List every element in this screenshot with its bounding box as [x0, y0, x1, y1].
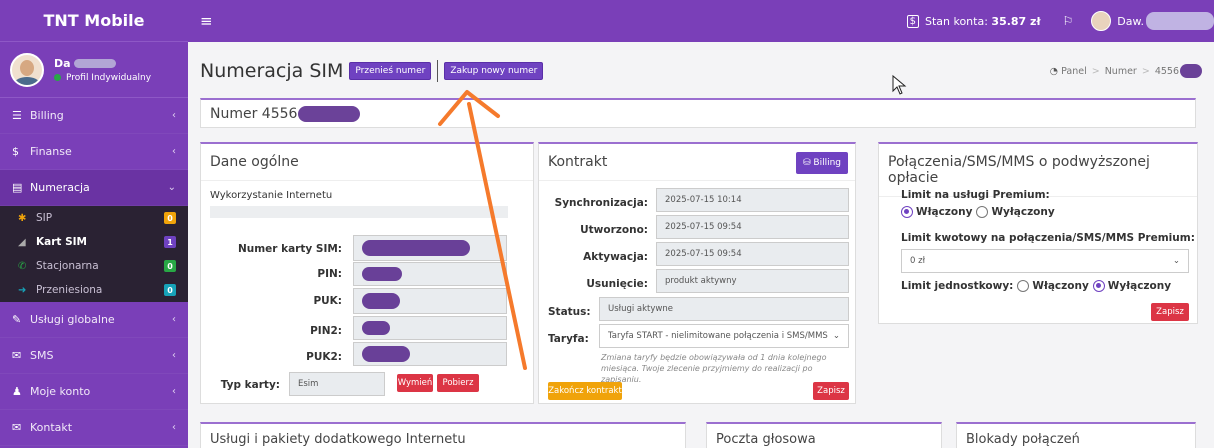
mouse-cursor-icon	[892, 74, 907, 95]
annotation-arrow	[438, 74, 907, 370]
arrow-shaft	[467, 102, 527, 370]
